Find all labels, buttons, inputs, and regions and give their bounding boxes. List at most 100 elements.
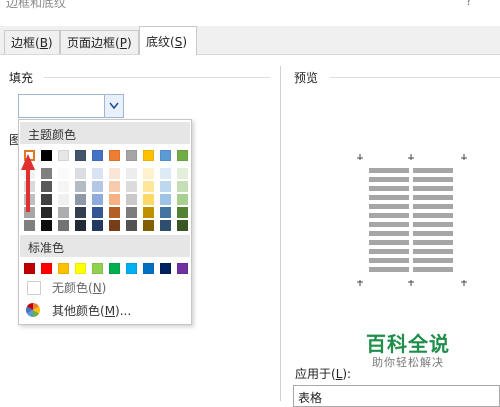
section-divider — [280, 66, 281, 401]
theme-shade-swatch[interactable] — [92, 194, 103, 205]
tab-shading-tail: ) — [182, 35, 187, 49]
tab-shading[interactable]: 底纹(S) — [139, 26, 197, 55]
standard-color-swatch[interactable] — [92, 263, 103, 274]
table-preview-graphic — [357, 154, 467, 286]
theme-shade-swatch[interactable] — [177, 220, 188, 231]
theme-shade-swatch[interactable] — [58, 207, 69, 218]
no-color-option[interactable]: 无颜色(N) — [24, 277, 186, 297]
theme-shade-swatch[interactable] — [75, 207, 86, 218]
apply-to-label-text: 应用于( — [295, 367, 336, 381]
theme-shade-swatch[interactable] — [109, 168, 120, 179]
theme-shade-swatch[interactable] — [143, 194, 154, 205]
standard-color-swatch[interactable] — [75, 263, 86, 274]
fill-color-dropdown[interactable] — [18, 94, 124, 118]
theme-shade-swatch[interactable] — [58, 220, 69, 231]
no-color-tail: ) — [101, 281, 107, 295]
theme-shade-swatch[interactable] — [75, 220, 86, 231]
standard-color-swatch[interactable] — [160, 263, 171, 274]
theme-shade-swatch[interactable] — [58, 168, 69, 179]
theme-shade-swatch[interactable] — [41, 194, 52, 205]
tab-page-borders-tail: ) — [126, 36, 132, 50]
annotation-arrow-icon — [21, 154, 35, 212]
theme-shade-swatch[interactable] — [109, 194, 120, 205]
title-bar: 边框和底纹 ? — [0, 0, 500, 18]
tab-page-borders[interactable]: 页面边框(P) — [60, 30, 139, 54]
theme-colors-title: 主题颜色 — [28, 128, 77, 142]
color-wheel-icon — [26, 303, 40, 317]
apply-to-label-tail: ): — [342, 367, 352, 381]
theme-shade-swatch[interactable] — [160, 194, 171, 205]
theme-shade-swatch[interactable] — [75, 194, 86, 205]
theme-shade-swatch[interactable] — [92, 220, 103, 231]
theme-shade-swatch[interactable] — [177, 194, 188, 205]
tab-borders-accesskey: B — [39, 36, 48, 50]
theme-color-swatch[interactable] — [143, 150, 154, 161]
fill-group-rule — [44, 77, 270, 78]
theme-shade-swatch[interactable] — [160, 207, 171, 218]
theme-shade-swatch[interactable] — [41, 181, 52, 192]
theme-shade-swatch[interactable] — [58, 181, 69, 192]
standard-color-swatch[interactable] — [143, 263, 154, 274]
color-palette-popup: 主题颜色 标准色 无颜色(N) 其他颜色(M)... — [18, 119, 192, 325]
theme-shade-swatch[interactable] — [24, 220, 35, 231]
theme-shade-swatch[interactable] — [92, 207, 103, 218]
theme-shade-swatch[interactable] — [41, 207, 52, 218]
theme-shade-swatch[interactable] — [109, 181, 120, 192]
theme-shade-swatch[interactable] — [75, 181, 86, 192]
standard-color-swatch[interactable] — [109, 263, 120, 274]
theme-shade-swatch[interactable] — [41, 220, 52, 231]
theme-color-swatch[interactable] — [92, 150, 103, 161]
theme-color-swatch[interactable] — [126, 150, 137, 161]
theme-color-swatch[interactable] — [160, 150, 171, 161]
chevron-down-icon[interactable] — [104, 95, 123, 117]
theme-shade-swatch[interactable] — [92, 168, 103, 179]
tab-page-borders-accesskey: P — [119, 36, 127, 50]
more-colors-accesskey: M — [104, 304, 116, 318]
preview-group-rule — [330, 77, 500, 78]
theme-shade-swatch[interactable] — [109, 207, 120, 218]
theme-color-swatch[interactable] — [109, 150, 120, 161]
theme-color-swatch[interactable] — [177, 150, 188, 161]
theme-color-swatch[interactable] — [41, 150, 52, 161]
theme-shade-swatch[interactable] — [160, 168, 171, 179]
theme-shade-swatch[interactable] — [126, 181, 137, 192]
theme-shade-swatch[interactable] — [75, 168, 86, 179]
theme-shade-swatch[interactable] — [160, 181, 171, 192]
standard-color-swatch[interactable] — [58, 263, 69, 274]
theme-color-swatch[interactable] — [75, 150, 86, 161]
theme-shade-swatch[interactable] — [143, 181, 154, 192]
theme-color-swatch[interactable] — [58, 150, 69, 161]
theme-shade-swatch[interactable] — [177, 181, 188, 192]
theme-shade-swatch[interactable] — [177, 168, 188, 179]
preview-group-label: 预览 — [294, 69, 323, 86]
apply-to-dropdown[interactable]: 表格 — [293, 385, 500, 407]
theme-shade-swatch[interactable] — [143, 168, 154, 179]
more-colors-label: 其他颜色( — [52, 304, 105, 318]
standard-colors-title: 标准色 — [28, 241, 65, 255]
fill-group-label: 填充 — [9, 69, 38, 86]
standard-color-swatch[interactable] — [41, 263, 52, 274]
theme-shade-swatch[interactable] — [177, 207, 188, 218]
theme-shade-swatch[interactable] — [126, 207, 137, 218]
standard-color-swatch[interactable] — [126, 263, 137, 274]
theme-shade-swatch[interactable] — [143, 220, 154, 231]
theme-shade-swatch[interactable] — [126, 168, 137, 179]
theme-shade-swatch[interactable] — [126, 194, 137, 205]
window-title: 边框和底纹 — [6, 0, 67, 10]
standard-color-swatch[interactable] — [177, 263, 188, 274]
theme-shade-swatch[interactable] — [143, 207, 154, 218]
theme-shade-swatch[interactable] — [160, 220, 171, 231]
theme-shade-swatch[interactable] — [92, 181, 103, 192]
no-color-icon — [27, 281, 41, 295]
tab-borders[interactable]: 边框(B) — [4, 30, 60, 54]
theme-shade-swatch[interactable] — [109, 220, 120, 231]
watermark-title: 百科全说 — [366, 332, 450, 356]
theme-shade-swatch[interactable] — [41, 168, 52, 179]
tab-shading-label: 底纹( — [146, 35, 175, 49]
tab-borders-label: 边框( — [11, 36, 40, 50]
more-colors-option[interactable]: 其他颜色(M)... — [24, 300, 186, 320]
help-button[interactable]: ? — [466, 0, 472, 8]
standard-color-swatch[interactable] — [24, 263, 35, 274]
theme-shade-swatch[interactable] — [126, 220, 137, 231]
theme-shade-swatch[interactable] — [58, 194, 69, 205]
